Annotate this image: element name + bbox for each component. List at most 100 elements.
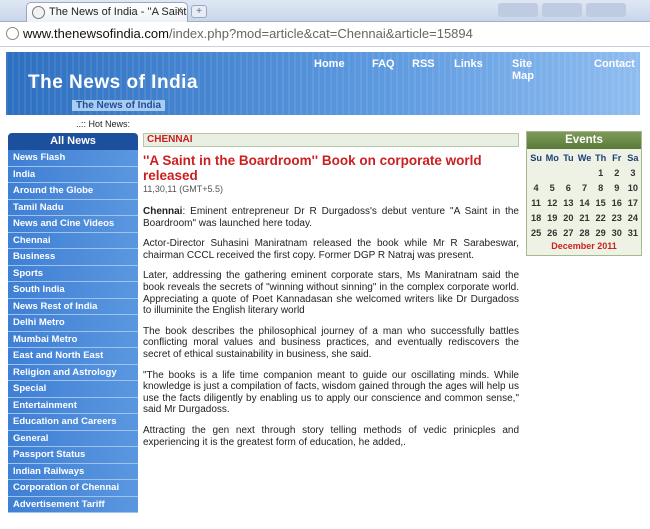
window-controls [494,3,644,18]
address-bar[interactable]: www.thenewsofindia.com/index.php?mod=art… [0,22,650,47]
url-path: /index.php?mod=article&cat=Chennai&artic… [168,26,473,41]
calendar-week: 4 5 6 7 8 9 10 [528,180,641,195]
weekday-label: Mo [545,152,559,163]
sidebar-item-india[interactable]: India [8,166,138,183]
calendar-day[interactable]: 6 [560,180,576,195]
nav-site-map[interactable]: Site Map [512,58,534,82]
events-heading: Events [527,132,641,149]
site-title[interactable]: The News of India [28,72,198,94]
sidebar-item-corporation-of-chennai[interactable]: Corporation of Chennai [8,480,138,497]
close-icon[interactable]: x [177,5,182,16]
calendar-day[interactable]: 5 [544,180,560,195]
sidebar-item-religion-and-astrology[interactable]: Religion and Astrology [8,364,138,381]
sidebar-item-special[interactable]: Special [8,381,138,398]
calendar-day[interactable]: 26 [544,225,560,240]
nav-links[interactable]: Links [454,58,483,70]
calendar-day [576,165,592,180]
calendar-day[interactable]: 16 [609,195,625,210]
article-paragraph: The book describes the philosophical jou… [143,325,519,360]
calendar-day[interactable]: 29 [593,225,609,240]
calendar-day[interactable]: 9 [609,180,625,195]
sidebar-item-around-the-globe[interactable]: Around the Globe [8,183,138,200]
calendar-week: 25 26 27 28 29 30 31 [528,225,641,240]
weekday-label: We [577,152,592,163]
sidebar-item-passport-status[interactable]: Passport Status [8,447,138,464]
calendar-day [528,165,544,180]
sidebar-item-news-rest-of-india[interactable]: News Rest of India [8,298,138,315]
calendar-day[interactable]: 23 [609,210,625,225]
calendar-day[interactable]: 3 [625,165,641,180]
sidebar-item-south-india[interactable]: South India [8,282,138,299]
calendar-day[interactable]: 24 [625,210,641,225]
website: Home FAQ RSS Links Site Map Contact The … [0,47,650,529]
hot-news-label: ..:: Hot News: [76,119,131,129]
url-text[interactable]: www.thenewsofindia.com/index.php?mod=art… [23,26,473,41]
sidebar-item-education-and-careers[interactable]: Education and Careers [8,414,138,431]
calendar-day[interactable]: 15 [593,195,609,210]
sidebar-item-entertainment[interactable]: Entertainment [8,397,138,414]
calendar-day[interactable]: 18 [528,210,544,225]
sidebar-item-indian-railways[interactable]: Indian Railways [8,463,138,480]
calendar-day[interactable]: 17 [625,195,641,210]
calendar-day[interactable]: 10 [625,180,641,195]
sidebar-item-tamil-nadu[interactable]: Tamil Nadu [8,199,138,216]
weekday-row: Su Mo Tu We Th Fr Sa [528,150,641,165]
calendar-day[interactable]: 21 [576,210,592,225]
browser-tabstrip: The News of India - ''A Saint x + [0,0,650,22]
maximize-button[interactable] [542,3,582,17]
sidebar-item-delhi-metro[interactable]: Delhi Metro [8,315,138,332]
calendar-day[interactable]: 2 [609,165,625,180]
weekday-label: Tu [563,152,574,163]
minimize-button[interactable] [498,3,538,17]
calendar-day[interactable]: 11 [528,195,544,210]
article-body: Chennai: Eminent entrepreneur Dr R Durga… [143,206,519,448]
new-tab-button[interactable]: + [191,5,207,18]
article-category[interactable]: CHENNAI [143,133,519,147]
header-banner: Home FAQ RSS Links Site Map Contact The … [6,52,640,115]
calendar-day[interactable]: 19 [544,210,560,225]
events-calendar: Events Su Mo Tu We Th Fr Sa 1 2 3 4 5 6 … [526,131,642,256]
weekday-label: Th [595,152,607,163]
calendar-day[interactable]: 30 [609,225,625,240]
sidebar-item-sports[interactable]: Sports [8,265,138,282]
calendar-week: 18 19 20 21 22 23 24 [528,210,641,225]
calendar-day[interactable]: 20 [560,210,576,225]
calendar-day[interactable]: 28 [576,225,592,240]
nav-home[interactable]: Home [314,58,345,70]
sidebar-heading: All News [8,133,138,150]
weekday-label: Fr [612,152,622,163]
browser-tab[interactable]: The News of India - ''A Saint x [26,2,188,22]
article-paragraph: Later, addressing the gathering eminent … [143,270,519,317]
calendar-day[interactable]: 8 [593,180,609,195]
article-paragraph: Actor-Director Suhasini Maniratnam relea… [143,238,519,261]
sidebar-item-chennai[interactable]: Chennai [8,232,138,249]
calendar-day[interactable]: 22 [593,210,609,225]
calendar-day[interactable]: 12 [544,195,560,210]
calendar-day[interactable]: 7 [576,180,592,195]
sidebar-item-news-and-cine-videos[interactable]: News and Cine Videos [8,216,138,233]
window-close-button[interactable] [586,3,626,17]
sidebar: All News News Flash India Around the Glo… [8,133,138,513]
calendar-month-label[interactable]: December 2011 [527,241,641,251]
calendar-day[interactable]: 14 [576,195,592,210]
nav-contact[interactable]: Contact [594,58,635,70]
calendar-day[interactable]: 31 [625,225,641,240]
article-paragraph-text: : Eminent entrepreneur Dr R Durgadoss's … [143,206,519,229]
calendar-day [560,165,576,180]
calendar-day[interactable]: 27 [560,225,576,240]
nav-faq[interactable]: FAQ [372,58,395,70]
sidebar-item-east-and-north-east[interactable]: East and North East [8,348,138,365]
calendar-day[interactable]: 25 [528,225,544,240]
sidebar-item-news-flash[interactable]: News Flash [8,150,138,167]
calendar-day[interactable]: 13 [560,195,576,210]
sidebar-item-general[interactable]: General [8,430,138,447]
sidebar-item-mumbai-metro[interactable]: Mumbai Metro [8,331,138,348]
sidebar-item-advertisement-tariff[interactable]: Advertisement Tariff [8,496,138,513]
calendar-day[interactable]: 1 [593,165,609,180]
calendar-day [544,165,560,180]
calendar-day[interactable]: 4 [528,180,544,195]
nav-rss[interactable]: RSS [412,58,435,70]
weekday-label: Sa [627,152,639,163]
sidebar-item-business[interactable]: Business [8,249,138,266]
page-icon [6,27,19,40]
